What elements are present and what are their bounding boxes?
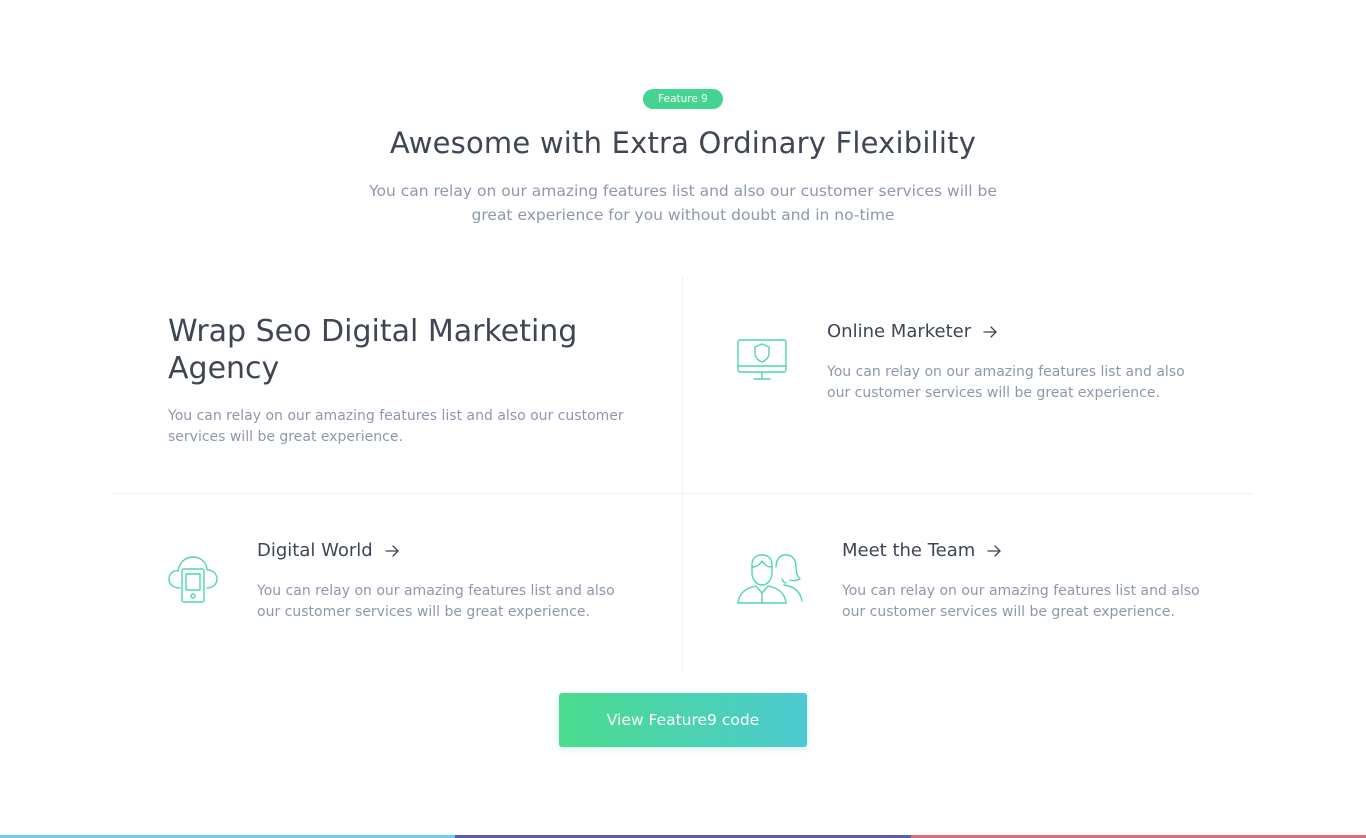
feature-title-digital-world[interactable]: Digital World xyxy=(257,540,399,561)
feature-text: You can relay on our amazing features li… xyxy=(257,583,615,620)
feature-title-label[interactable]: Meet the Team xyxy=(842,540,975,561)
view-code-button[interactable]: View Feature9 code xyxy=(559,693,807,747)
page-subtitle: You can relay on our amazing features li… xyxy=(369,182,997,224)
grid-vertical-divider xyxy=(682,276,683,672)
feature-text: You can relay on our amazing features li… xyxy=(842,583,1200,620)
feature-title-meet-the-team[interactable]: Meet the Team xyxy=(842,540,1001,561)
team-icon xyxy=(736,553,804,605)
feature-title-online-marketer[interactable]: Online Marketer xyxy=(827,321,997,342)
feature-title-label[interactable]: Digital World xyxy=(257,540,373,561)
page-title: Awesome with Extra Ordinary Flexibility xyxy=(389,126,977,160)
cloud-phone-icon xyxy=(166,552,220,606)
grid-horizontal-divider xyxy=(112,493,1253,494)
arrow-right-icon[interactable] xyxy=(983,325,997,338)
intro-text: You can relay on our amazing features li… xyxy=(168,408,624,445)
feature-badge: Feature 9 xyxy=(643,89,723,109)
arrow-right-icon[interactable] xyxy=(987,544,1001,557)
feature-title-label[interactable]: Online Marketer xyxy=(827,321,971,342)
monitor-shield-icon xyxy=(735,322,789,380)
intro-title: Wrap Seo Digital Marketing Agency xyxy=(168,314,578,386)
arrow-right-icon[interactable] xyxy=(385,544,399,557)
feature-text: You can relay on our amazing features li… xyxy=(827,364,1185,401)
